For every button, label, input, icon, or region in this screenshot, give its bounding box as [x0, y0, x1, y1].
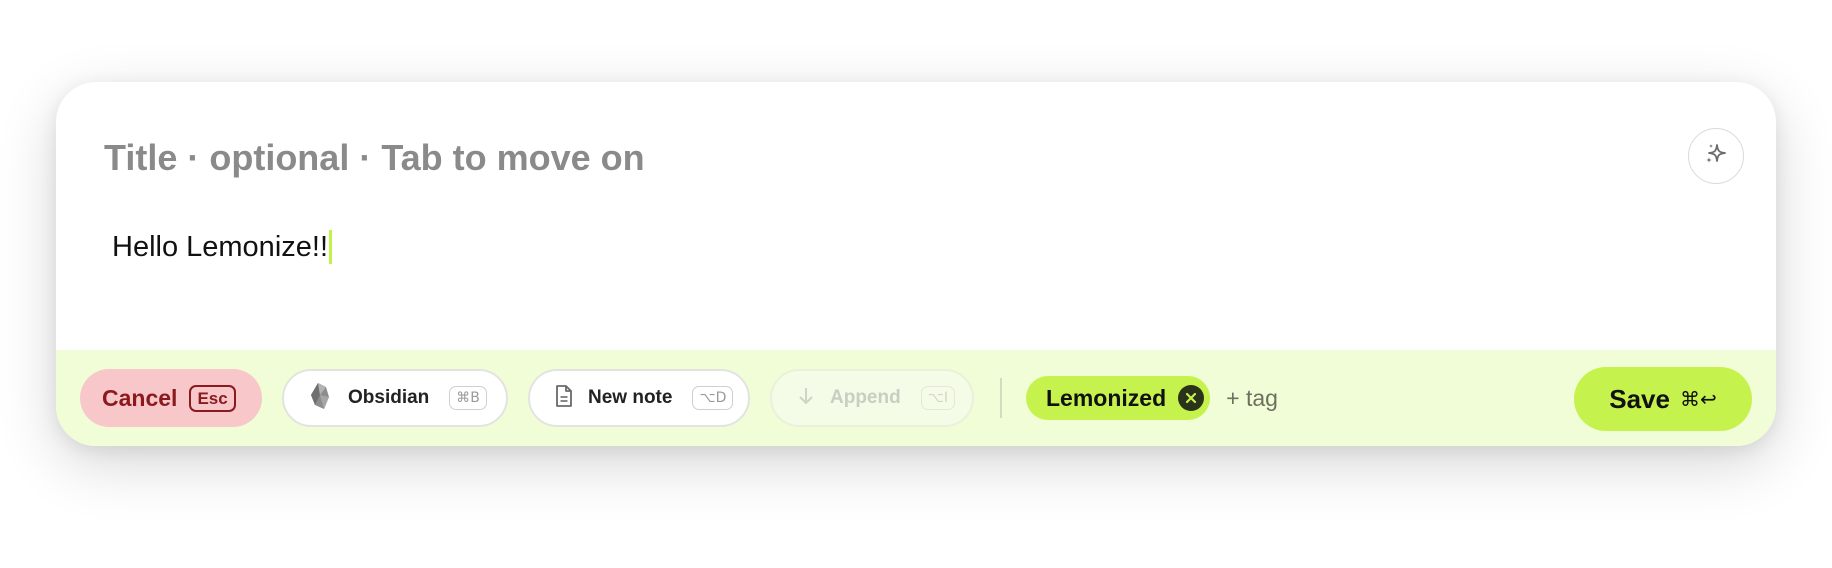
- capture-dialog: Hello Lemonize!! Cancel Esc Obsidian ⌘B: [56, 82, 1776, 446]
- cancel-shortcut: Esc: [189, 384, 236, 412]
- tag-label: Lemonized: [1046, 384, 1167, 411]
- new-note-shortcut: ⌥D: [692, 386, 734, 410]
- action-toolbar: Cancel Esc Obsidian ⌘B New note ⌥D Appen…: [56, 350, 1776, 446]
- sparkle-icon: [1703, 141, 1729, 172]
- close-icon: [1186, 392, 1197, 404]
- arrow-down-icon: [796, 385, 816, 412]
- new-note-button[interactable]: New note ⌥D: [528, 369, 750, 427]
- obsidian-shortcut: ⌘B: [449, 386, 487, 410]
- new-note-label: New note: [588, 387, 673, 408]
- title-input[interactable]: [104, 130, 1604, 186]
- tag-chip[interactable]: Lemonized: [1026, 376, 1211, 420]
- obsidian-label: Obsidian: [348, 387, 430, 408]
- save-label: Save: [1609, 383, 1670, 414]
- ai-sparkle-button[interactable]: [1688, 128, 1744, 184]
- tag-remove-button[interactable]: [1178, 385, 1205, 411]
- cancel-button[interactable]: Cancel Esc: [80, 369, 262, 427]
- toolbar-divider: [1000, 378, 1002, 418]
- save-button[interactable]: Save ⌘↩: [1574, 367, 1752, 431]
- cancel-label: Cancel: [102, 384, 178, 411]
- document-icon: [554, 384, 574, 413]
- add-tag-button[interactable]: + tag: [1226, 385, 1278, 412]
- note-body-text: Hello Lemonize!!: [112, 230, 328, 263]
- obsidian-button[interactable]: Obsidian ⌘B: [282, 369, 508, 427]
- append-label: Append: [830, 387, 901, 408]
- text-caret: [329, 230, 332, 264]
- save-shortcut: ⌘↩: [1679, 387, 1717, 411]
- append-shortcut: ⌥I: [920, 386, 955, 410]
- append-button[interactable]: Append ⌥I: [770, 369, 974, 427]
- obsidian-icon: [308, 381, 334, 416]
- note-body-editor[interactable]: Hello Lemonize!!: [112, 230, 332, 264]
